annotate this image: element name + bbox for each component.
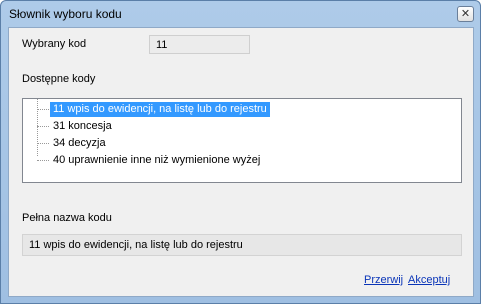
tree-branch xyxy=(37,126,49,127)
tree-item-11[interactable]: 11 wpis do ewidencji, na listę lub do re… xyxy=(23,101,443,117)
available-codes-label: Dostępne kody xyxy=(22,73,96,85)
title-bar[interactable]: Słownik wyboru kodu ✕ xyxy=(1,1,480,27)
window-title: Słownik wyboru kodu xyxy=(9,7,122,21)
close-button[interactable]: ✕ xyxy=(457,6,474,22)
tree-item-label: 40 uprawnienie inne niż wymienione wyżej xyxy=(53,154,261,166)
tree-item-40[interactable]: 40 uprawnienie inne niż wymienione wyżej xyxy=(23,152,443,168)
cancel-button[interactable]: Przerwij xyxy=(364,274,403,286)
full-name-field: 11 wpis do ewidencji, na listę lub do re… xyxy=(22,234,462,256)
selected-code-label: Wybrany kod xyxy=(22,38,87,50)
selected-code-field[interactable]: 11 xyxy=(149,35,250,54)
dialog-content: Wybrany kod 11 Dostępne kody 11 wpis do … xyxy=(8,27,474,297)
dialog-window: Słownik wyboru kodu ✕ Wybrany kod 11 Dos… xyxy=(0,0,481,304)
tree-item-31[interactable]: 31 koncesja xyxy=(23,118,443,134)
close-icon: ✕ xyxy=(460,7,471,20)
codes-tree[interactable]: 11 wpis do ewidencji, na listę lub do re… xyxy=(22,98,462,183)
tree-item-34[interactable]: 34 decyzja xyxy=(23,135,443,151)
tree-item-label: 34 decyzja xyxy=(53,137,106,149)
accept-button[interactable]: Akceptuj xyxy=(408,274,450,286)
tree-item-label: 11 wpis do ewidencji, na listę lub do re… xyxy=(50,102,270,117)
tree-branch xyxy=(37,109,49,110)
tree-branch xyxy=(37,143,49,144)
tree-item-label: 31 koncesja xyxy=(53,120,112,132)
tree-branch xyxy=(37,160,49,161)
full-name-label: Pełna nazwa kodu xyxy=(22,212,112,224)
